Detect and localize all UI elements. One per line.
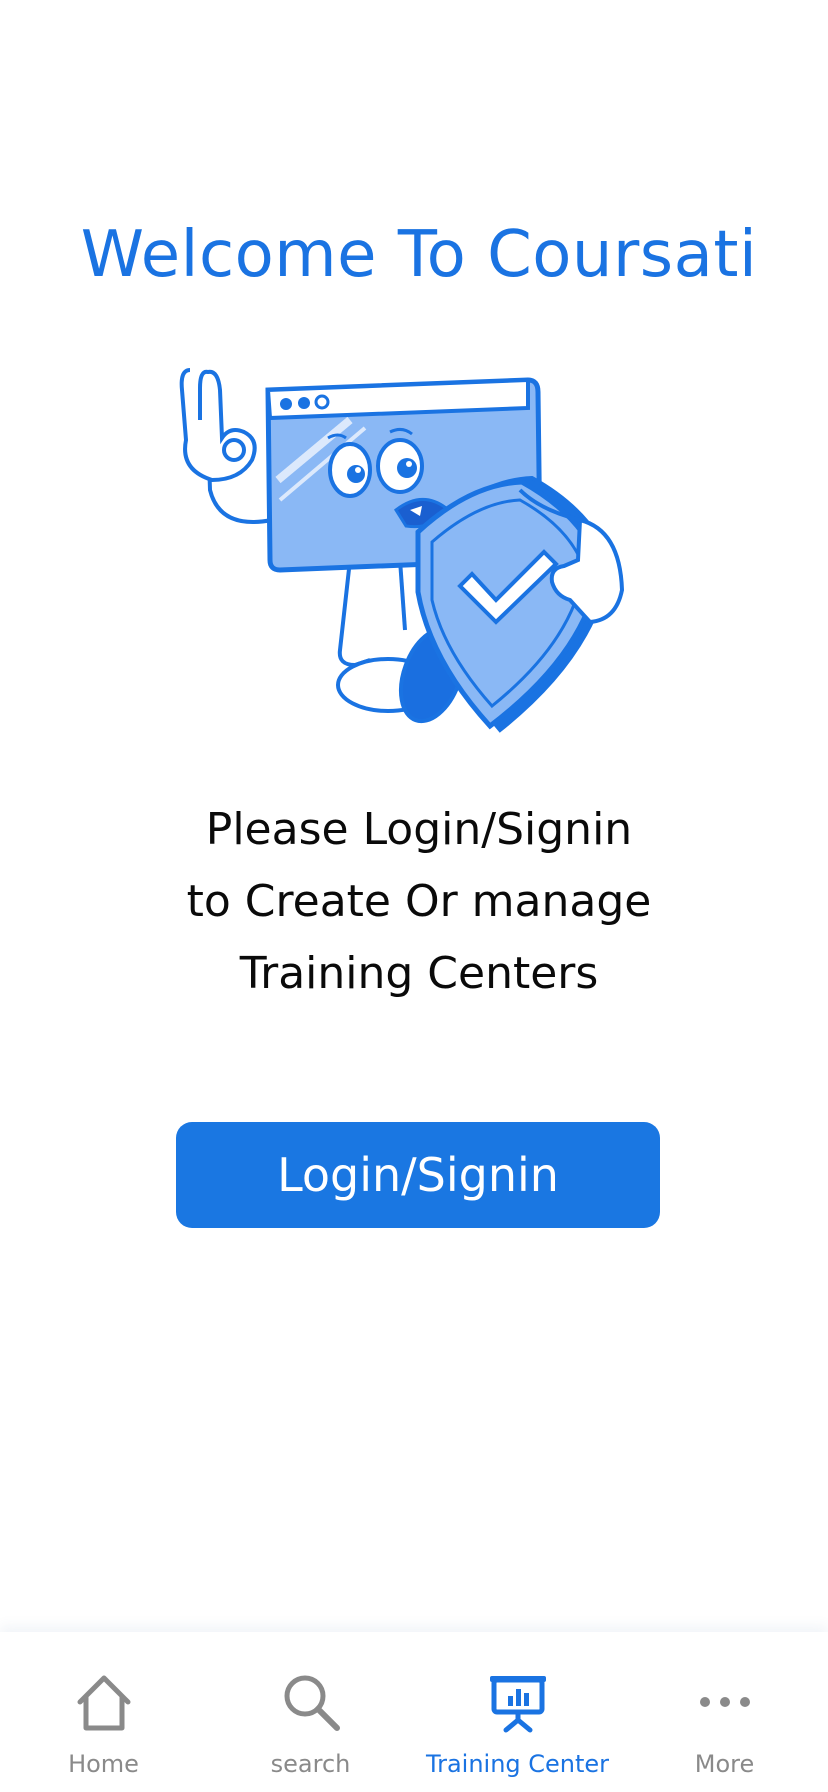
security-shield-mascot-illustration [179,368,625,733]
tab-search[interactable]: search [207,1632,414,1792]
tab-home-label: Home [68,1750,139,1778]
tab-training-center[interactable]: Training Center [414,1632,621,1792]
search-icon [284,1675,340,1731]
login-prompt-line-3: Training Centers [239,948,599,999]
page-title: Welcome To Coursati [80,218,758,292]
tab-search-label: search [270,1750,351,1778]
login-prompt-message: Please Login/Signin to Create Or manage … [0,794,828,1010]
tab-home[interactable]: Home [0,1632,207,1792]
tab-training-center-label: Training Center [425,1750,610,1778]
tab-more[interactable]: More [621,1632,828,1792]
more-dots-icon [699,1697,750,1707]
login-signin-button[interactable]: Login/Signin [176,1122,660,1228]
bottom-tab-bar: Home search Training Center More [0,1632,828,1792]
home-icon [77,1675,130,1731]
login-prompt-line-2: to Create Or manage [186,876,652,927]
presentation-board-icon [489,1676,546,1733]
screen: Welcome To Coursati Please Login/Signin … [0,0,828,1792]
tab-more-label: More [694,1750,755,1778]
login-prompt-line-1: Please Login/Signin [205,804,633,855]
